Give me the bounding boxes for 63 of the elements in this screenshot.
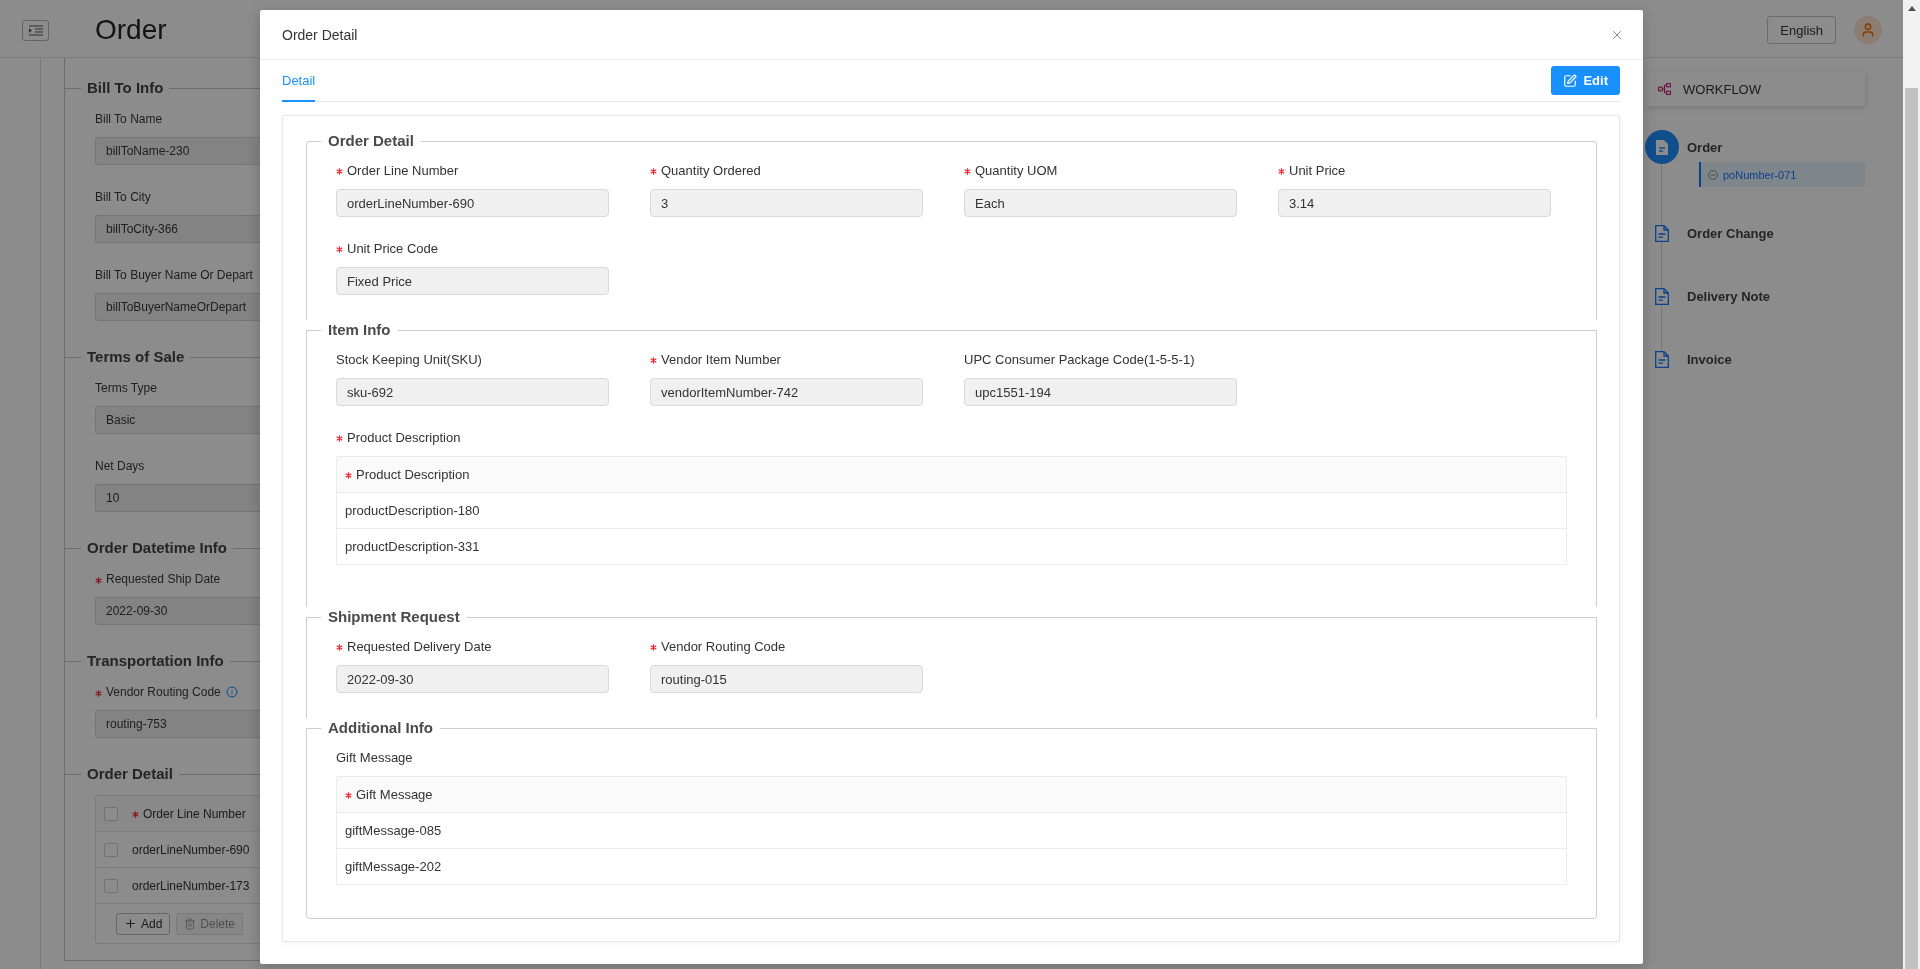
field-label: Gift Message: [336, 749, 413, 765]
field-label: Vendor Routing Code: [661, 638, 786, 654]
field-label: Requested Ship Date: [106, 572, 221, 586]
language-button[interactable]: English: [1767, 16, 1836, 44]
minus-circle-icon[interactable]: [1708, 169, 1718, 180]
field-label: Stock Keeping Unit(SKU): [336, 351, 482, 367]
edit-button[interactable]: Edit: [1551, 66, 1620, 95]
menu-icon: [28, 24, 43, 36]
field-label: Unit Price: [1289, 162, 1346, 178]
table-cell-text: productDescription-331: [344, 538, 481, 556]
step-label[interactable]: Invoice: [1687, 351, 1732, 367]
scroll-up-icon[interactable]: [1907, 6, 1916, 11]
section-title: Order Detail: [86, 764, 174, 784]
section-title: Bill To Info: [86, 78, 165, 98]
table-cell: orderLineNumber-690: [132, 842, 250, 857]
flowchart-icon: [1658, 83, 1671, 95]
field-label: Vendor Item Number: [661, 351, 781, 367]
section-title: Additional Info: [327, 718, 434, 738]
dialog-title: Order Detail: [282, 26, 358, 43]
section-title: Order Detail: [327, 131, 415, 151]
edit-icon: [1563, 73, 1578, 88]
tree-item[interactable]: poNumber-071: [1699, 162, 1865, 187]
column-title: Product Description: [356, 467, 470, 482]
checkbox[interactable]: [104, 878, 118, 893]
section-title: Transportation Info: [86, 651, 225, 671]
field-label: Net Days: [95, 459, 145, 473]
table-cell-text: giftMessage-085: [344, 822, 443, 840]
step-label[interactable]: Order: [1687, 139, 1723, 155]
field-label: Order Line Number: [347, 162, 459, 178]
field-label: Requested Delivery Date: [347, 638, 492, 654]
add-button[interactable]: Add: [116, 912, 171, 935]
field-label: Bill To Name: [95, 112, 163, 126]
field-label: Vendor Routing Code: [106, 685, 221, 699]
field-label: Quantity Ordered: [661, 162, 761, 178]
step-label[interactable]: Delivery Note: [1687, 288, 1771, 304]
section-title: Shipment Request: [327, 607, 461, 627]
avatar-icon[interactable]: [1854, 16, 1882, 44]
table-cell: orderLineNumber-173: [132, 878, 250, 893]
field-label: UPC Consumer Package Code(1-5-5-1): [964, 351, 1195, 367]
checkbox[interactable]: [104, 806, 118, 821]
workflow-title: WORKFLOW: [1683, 81, 1761, 97]
trash-icon: [184, 917, 197, 930]
table-cell-text: giftMessage-202: [344, 858, 443, 876]
field-label: Terms Type: [95, 381, 157, 395]
step-label[interactable]: Order Change: [1687, 225, 1774, 241]
menu-button[interactable]: [22, 19, 49, 41]
tab[interactable]: Detail: [282, 60, 316, 102]
field-label: Unit Price Code: [347, 240, 439, 256]
plus-icon: [124, 917, 137, 930]
scrollbar-thumb[interactable]: [1905, 88, 1918, 969]
field-label: Quantity UOM: [975, 162, 1058, 178]
checkbox[interactable]: [104, 842, 118, 857]
field-label: Bill To City: [95, 190, 151, 204]
section-title: Item Info: [327, 320, 392, 340]
field-label: Bill To Buyer Name Or Depart: [95, 268, 253, 282]
column-title: Order Line Number: [143, 806, 246, 821]
section-title: Order Datetime Info: [86, 538, 229, 558]
page-title: Order: [95, 13, 167, 47]
scrollbar[interactable]: [1903, 0, 1920, 969]
column-title: Gift Message: [356, 787, 433, 802]
section-title: Terms of Sale: [86, 347, 186, 367]
table-cell-text: productDescription-180: [344, 502, 481, 520]
field-label: Product Description: [347, 429, 461, 445]
